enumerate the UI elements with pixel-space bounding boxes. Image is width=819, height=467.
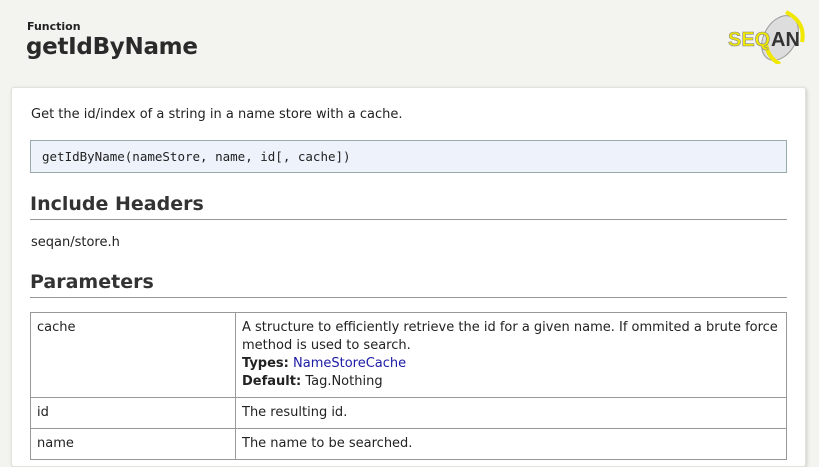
content-panel: Get the id/index of a string in a name s…: [11, 87, 806, 467]
table-row: name The name to be searched.: [30, 428, 787, 460]
svg-text:SEQ: SEQ: [728, 29, 770, 51]
parameters-table: cache A structure to efficiently retriev…: [30, 312, 787, 460]
seqan-logo[interactable]: SEQ AN: [724, 8, 808, 64]
type-link[interactable]: NameStoreCache: [293, 356, 406, 371]
param-desc: The resulting id.: [235, 397, 787, 429]
param-desc: The name to be searched.: [235, 428, 787, 460]
types-label: Types:: [242, 356, 289, 371]
default-value: Tag.Nothing: [305, 374, 383, 389]
param-desc: A structure to efficiently retrieve the …: [235, 312, 787, 398]
param-name: name: [30, 428, 236, 460]
param-name: cache: [30, 312, 236, 398]
table-row: id The resulting id.: [30, 397, 787, 429]
entity-kind: Function: [27, 20, 81, 33]
include-headers-heading: Include Headers: [30, 193, 787, 220]
default-label: Default:: [242, 374, 302, 389]
param-name: id: [30, 397, 236, 429]
table-row: cache A structure to efficiently retriev…: [30, 312, 787, 398]
description: Get the id/index of a string in a name s…: [31, 107, 403, 122]
parameters-heading: Parameters: [30, 271, 787, 298]
include-file: seqan/store.h: [31, 235, 120, 250]
page-title: getIdByName: [26, 34, 198, 60]
signature-code: getIdByName(nameStore, name, id[, cache]…: [30, 140, 787, 173]
svg-text:AN: AN: [771, 29, 800, 51]
param-desc-text: A structure to efficiently retrieve the …: [242, 320, 778, 353]
